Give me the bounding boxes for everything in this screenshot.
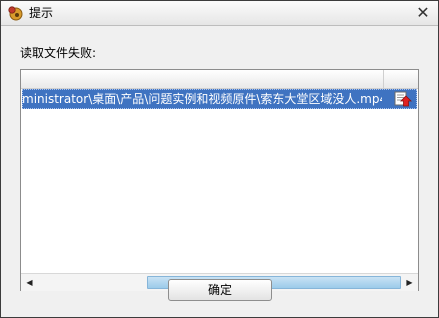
scroll-left-button[interactable]: ◀ xyxy=(21,274,38,291)
column-header-status[interactable] xyxy=(384,70,418,88)
column-header-path[interactable] xyxy=(21,70,384,88)
list-header xyxy=(21,70,418,89)
title-bar[interactable]: 提示 ✕ xyxy=(1,1,438,26)
dialog-body: 读取文件失败: ministrator\桌面\产品\问题实例和视频原件\索东大堂… xyxy=(1,26,438,317)
file-path-text: ministrator\桌面\产品\问题实例和视频原件\索东大堂区域没人.mp4 xyxy=(22,92,382,106)
list-item[interactable]: ministrator\桌面\产品\问题实例和视频原件\索东大堂区域没人.mp4 xyxy=(22,89,417,109)
window-title: 提示 xyxy=(29,6,54,20)
app-icon xyxy=(8,6,23,21)
error-message: 读取文件失败: xyxy=(20,46,97,60)
file-path-cell: ministrator\桌面\产品\问题实例和视频原件\索东大堂区域没人.mp4 xyxy=(22,89,382,109)
ok-button[interactable]: 确定 xyxy=(168,279,272,301)
file-error-icon[interactable] xyxy=(394,91,412,107)
arrow-right-icon: ▶ xyxy=(406,278,413,287)
error-dialog: 提示 ✕ 读取文件失败: ministrator\桌面\产品\问题实例和视频原件… xyxy=(0,0,439,318)
arrow-left-icon: ◀ xyxy=(26,278,33,287)
failed-files-list[interactable]: ministrator\桌面\产品\问题实例和视频原件\索东大堂区域没人.mp4… xyxy=(20,69,419,291)
close-icon: ✕ xyxy=(416,3,430,22)
scroll-right-button[interactable]: ▶ xyxy=(401,274,418,291)
close-button[interactable]: ✕ xyxy=(414,4,432,22)
